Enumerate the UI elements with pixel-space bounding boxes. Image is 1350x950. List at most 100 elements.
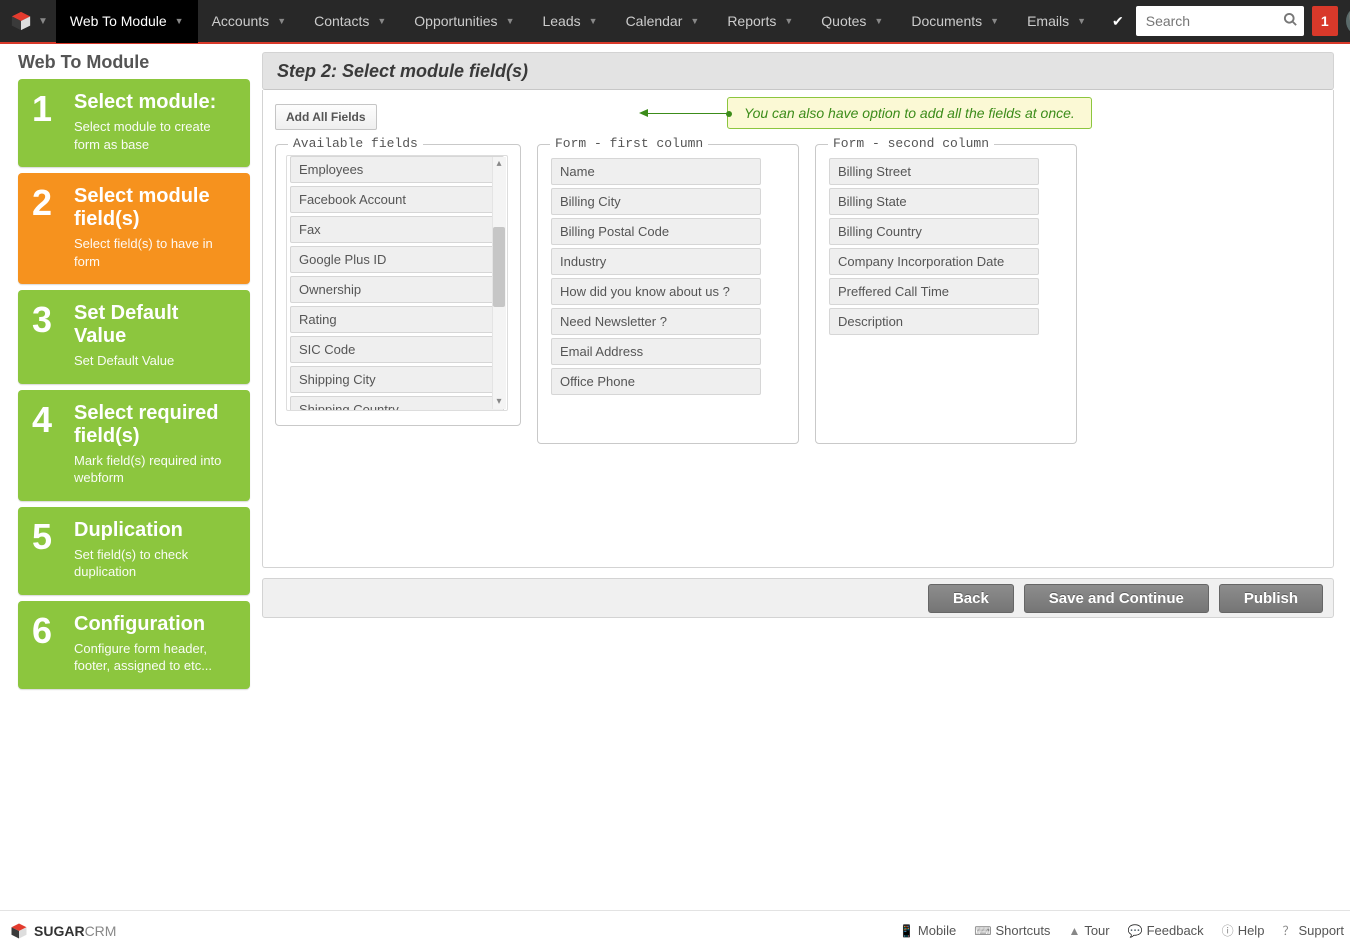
hint-dot-icon (726, 111, 732, 117)
feedback-icon: 💬 (1128, 924, 1143, 938)
available-field-item[interactable]: Shipping City (290, 366, 504, 393)
step-number: 1 (32, 91, 66, 153)
step-number: 4 (32, 402, 66, 487)
nav-emails[interactable]: Emails▼ (1013, 0, 1100, 43)
nav-contacts[interactable]: Contacts▼ (300, 0, 400, 43)
add-all-fields-button[interactable]: Add All Fields (275, 104, 377, 130)
save-continue-button[interactable]: Save and Continue (1024, 584, 1209, 613)
nav-leads[interactable]: Leads▼ (528, 0, 611, 43)
page-title: Web To Module (18, 52, 250, 73)
available-fields-list[interactable]: Employees Facebook Account Fax Google Plus … (286, 155, 508, 411)
nav-reports[interactable]: Reports▼ (713, 0, 807, 43)
footer-tour[interactable]: ▲Tour (1068, 923, 1109, 938)
wizard-step-4[interactable]: 4Select required field(s) Mark field(s) r… (18, 390, 250, 501)
nav-accounts[interactable]: Accounts▼ (198, 0, 301, 43)
chevron-down-icon: ▼ (589, 16, 598, 26)
hint-callout: You can also have option to add all the … (727, 97, 1092, 129)
col1-field-item[interactable]: Office Phone (551, 368, 761, 395)
step-desc: Set field(s) to check duplication (74, 546, 236, 581)
col1-field-item[interactable]: Industry (551, 248, 761, 275)
form-first-column-legend: Form - first column (550, 136, 708, 151)
available-field-item[interactable]: Shipping Country (290, 396, 504, 411)
step-desc: Mark field(s) required into webform (74, 452, 236, 487)
col2-field-item[interactable]: Billing Country (829, 218, 1039, 245)
col1-field-item[interactable]: How did you know about us ? (551, 278, 761, 305)
available-field-item[interactable]: Facebook Account (290, 186, 504, 213)
search-input[interactable] (1146, 13, 1266, 29)
col1-field-item[interactable]: Billing Postal Code (551, 218, 761, 245)
shortcuts-icon: ⌨ (974, 924, 991, 938)
available-field-item[interactable]: Google Plus ID (290, 246, 504, 273)
scroll-down-icon[interactable]: ▾ (493, 396, 505, 408)
chevron-down-icon: ▼ (784, 16, 793, 26)
app-logo-icon[interactable] (10, 10, 32, 32)
col1-field-item[interactable]: Email Address (551, 338, 761, 365)
chevron-down-icon: ▼ (175, 16, 184, 26)
back-button[interactable]: Back (928, 584, 1014, 613)
col2-field-item[interactable]: Billing State (829, 188, 1039, 215)
available-fields-legend: Available fields (288, 136, 423, 151)
chevron-down-icon: ▼ (690, 16, 699, 26)
form-second-column-legend: Form - second column (828, 136, 994, 151)
wizard-step-5[interactable]: 5 Duplication Set field(s) to check duplic… (18, 507, 250, 595)
step-title: Duplication (74, 519, 236, 542)
footer-mobile[interactable]: 📱Mobile (899, 923, 956, 938)
tour-icon: ▲ (1068, 924, 1080, 938)
footer-brand[interactable]: SUGARCRM (10, 922, 116, 940)
footer-help[interactable]: ⓘHelp (1222, 922, 1265, 939)
step-desc: Select module to create form as base (74, 118, 236, 153)
nav-quotes[interactable]: Quotes▼ (807, 0, 897, 43)
nav-documents[interactable]: Documents▼ (897, 0, 1013, 43)
wizard-sidebar: Web To Module 1 Select module: Select modu… (18, 52, 250, 695)
step-title: Select required field(s) (74, 402, 236, 448)
top-navbar: ▼ Web To Module▼Accounts▼Contacts▼Opport… (0, 0, 1350, 44)
available-field-item[interactable]: Fax (290, 216, 504, 243)
step-desc: Select field(s) to have in form (74, 235, 236, 270)
footer-brand-bold: SUGAR (34, 923, 85, 939)
step-desc: Set Default Value (74, 352, 236, 370)
available-field-item[interactable]: Employees (290, 156, 504, 183)
scrollbar-track[interactable]: ▴ ▾ (492, 157, 506, 409)
form-second-column-box: Form - second column Billing StreetBilli… (815, 144, 1077, 444)
step-title: Select module: (74, 91, 236, 114)
publish-button[interactable]: Publish (1219, 584, 1323, 613)
global-search[interactable] (1136, 6, 1304, 36)
col2-field-item[interactable]: Company Incorporation Date (829, 248, 1039, 275)
col2-field-item[interactable]: Description (829, 308, 1039, 335)
nav-opportunities[interactable]: Opportunities▼ (400, 0, 528, 43)
available-field-item[interactable]: Ownership (290, 276, 504, 303)
app-menu-caret-icon[interactable]: ▼ (38, 16, 48, 27)
wizard-step-6[interactable]: 6ConfigurationConfigure form header, foo… (18, 601, 250, 689)
search-icon[interactable] (1283, 12, 1298, 31)
hint-arrow-icon (639, 109, 648, 117)
step-number: 2 (32, 185, 66, 270)
support-icon: ？ (1282, 922, 1294, 939)
scroll-up-icon[interactable]: ▴ (493, 158, 505, 170)
user-avatar[interactable] (1346, 6, 1350, 36)
col1-field-item[interactable]: Need Newsletter ? (551, 308, 761, 335)
step-number: 5 (32, 519, 66, 581)
panel-heading: Step 2: Select module field(s) (262, 52, 1334, 90)
col1-field-item[interactable]: Name (551, 158, 761, 185)
col2-field-item[interactable]: Billing Street (829, 158, 1039, 185)
available-field-item[interactable]: Rating (290, 306, 504, 333)
footer-shortcuts[interactable]: ⌨Shortcuts (974, 923, 1050, 938)
nav-web-to-module[interactable]: Web To Module▼ (56, 0, 198, 43)
col1-field-item[interactable]: Billing City (551, 188, 761, 215)
wizard-step-3[interactable]: 3Set Default ValueSet Default Value (18, 290, 250, 384)
step-title: Set Default Value (74, 302, 236, 348)
footer-bar: SUGARCRM 📱Mobile ⌨Shortcuts ▲Tour 💬Feedback… (0, 910, 1350, 950)
wizard-step-2[interactable]: 2Select module field(s)Select field(s) t… (18, 173, 250, 284)
nav-calendar[interactable]: Calendar▼ (612, 0, 714, 43)
col2-field-item[interactable]: Preffered Call Time (829, 278, 1039, 305)
wizard-step-1[interactable]: 1 Select module: Select module to create f… (18, 79, 250, 167)
notification-badge[interactable]: 1 (1312, 6, 1338, 36)
mobile-icon: 📱 (899, 924, 914, 938)
step-title: Configuration (74, 613, 236, 636)
scrollbar-thumb[interactable] (493, 227, 505, 307)
available-field-item[interactable]: SIC Code (290, 336, 504, 363)
step-number: 6 (32, 613, 66, 675)
footer-support[interactable]: ？Support (1282, 922, 1344, 939)
nav-more-icon[interactable]: ✔ (1100, 0, 1136, 43)
footer-feedback[interactable]: 💬Feedback (1128, 923, 1204, 938)
